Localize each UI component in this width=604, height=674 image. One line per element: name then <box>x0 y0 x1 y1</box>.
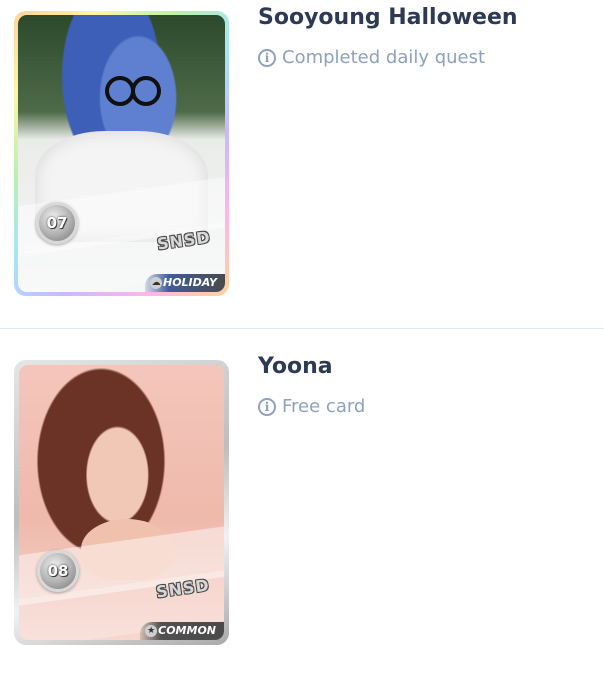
card-rarity-tab: ☁ HOLIDAY <box>144 274 225 292</box>
card-list-item[interactable]: 07 SNSD ☁ HOLIDAY Sooyoung Halloween i C… <box>0 0 604 328</box>
card-description-text: Free card <box>282 396 366 417</box>
card-title: Sooyoung Halloween <box>258 5 518 30</box>
card-list-item[interactable]: 08 SNSD ★ COMMON Yoona i Free card <box>0 328 604 674</box>
card-rarity-label: COMMON <box>158 624 216 637</box>
card-description: i Completed daily quest <box>258 47 485 68</box>
card-rarity-label: HOLIDAY <box>162 276 217 289</box>
card-description: i Free card <box>258 396 365 417</box>
card-number-badge: 07 <box>36 202 78 244</box>
info-icon: i <box>258 397 276 416</box>
cloud-icon: ☁ <box>149 277 162 289</box>
glasses-graphic <box>104 75 161 106</box>
card-image[interactable]: 08 SNSD ★ COMMON <box>14 360 229 645</box>
card-image[interactable]: 07 SNSD ☁ HOLIDAY <box>14 11 229 296</box>
card-artwork: 07 SNSD ☁ HOLIDAY <box>18 15 225 292</box>
card-rarity-tab: ★ COMMON <box>140 622 224 640</box>
star-icon: ★ <box>145 625 158 637</box>
card-number-badge: 08 <box>37 550 79 592</box>
card-title: Yoona <box>258 354 333 379</box>
card-artwork: 08 SNSD ★ COMMON <box>19 365 224 640</box>
info-icon: i <box>258 48 276 67</box>
card-description-text: Completed daily quest <box>282 47 486 68</box>
